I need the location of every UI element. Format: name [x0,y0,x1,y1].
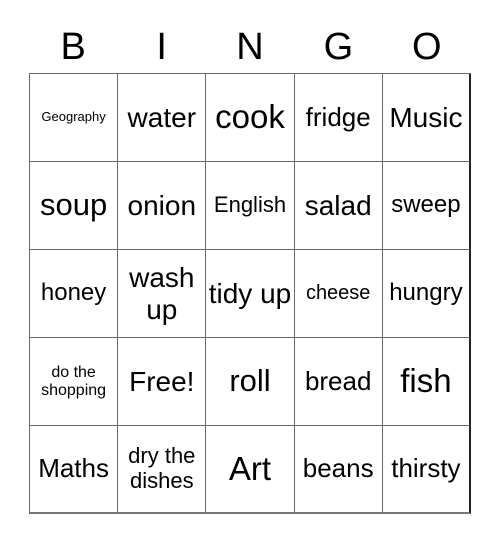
header-letter-o: O [412,26,442,68]
bingo-cell[interactable]: salad [294,162,383,250]
bingo-cell[interactable]: cook [206,74,295,162]
header-letter-g: G [323,26,354,68]
header-letter-i: I [156,26,167,68]
bingo-cell[interactable]: bread [294,338,383,426]
bingo-cell[interactable]: honey [30,250,119,338]
header-letter-b: B [60,26,86,68]
bingo-cell[interactable]: sweep [382,162,471,250]
bingo-cell[interactable]: roll [206,338,295,426]
bingo-cell[interactable]: English [206,162,295,250]
bingo-cell[interactable]: water [118,74,207,162]
bingo-header: B I N G O [29,22,471,72]
bingo-cell[interactable]: do the shopping [30,338,119,426]
bingo-cell[interactable]: wash up [118,250,207,338]
header-letter-n: N [236,26,264,68]
bingo-cell[interactable]: beans [294,426,383,514]
bingo-cell[interactable]: soup [30,162,119,250]
bingo-cell[interactable]: Geography [30,74,119,162]
bingo-cell[interactable]: fish [382,338,471,426]
bingo-cell[interactable]: hungry [382,250,471,338]
bingo-cell[interactable]: tidy up [206,250,295,338]
bingo-cell[interactable]: Music [382,74,471,162]
bingo-cell[interactable]: Art [206,426,295,514]
bingo-cell[interactable]: cheese [294,250,383,338]
bingo-cell[interactable]: dry the dishes [118,426,207,514]
bingo-cell[interactable]: Maths [30,426,119,514]
bingo-cell[interactable]: onion [118,162,207,250]
bingo-cell[interactable]: thirsty [382,426,471,514]
bingo-cell[interactable]: fridge [294,74,383,162]
bingo-grid: Geography water cook fridge Music soup o… [29,73,471,514]
free-space-cell[interactable]: Free! [118,338,207,426]
